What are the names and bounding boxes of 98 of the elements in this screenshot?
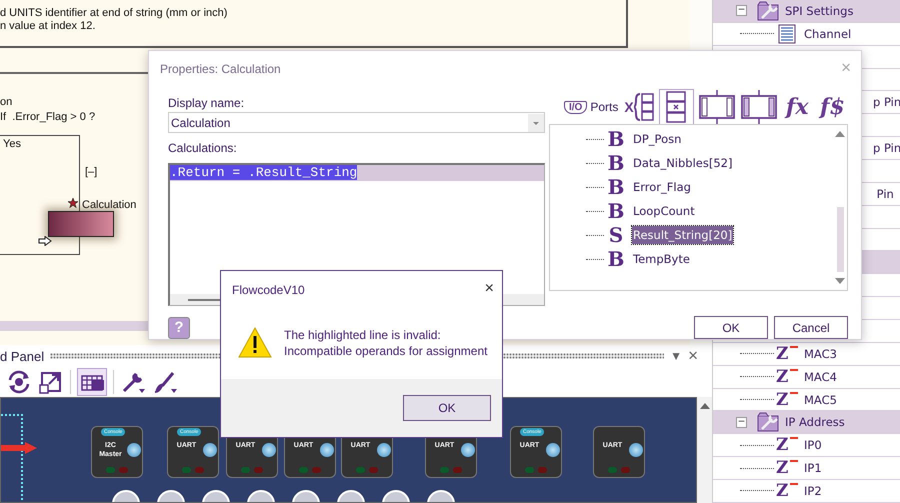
local-variables-tab[interactable]	[658, 89, 694, 124]
tree-item[interactable]: p Pin	[873, 95, 900, 110]
io-icon: I/O	[564, 100, 588, 114]
tree-item[interactable]: SPI Settings	[785, 4, 854, 18]
function-tab[interactable]: f$	[816, 89, 848, 124]
tree-item[interactable]: MAC3	[804, 346, 837, 361]
macro-tab[interactable]	[698, 89, 736, 124]
tree-item[interactable]: p Pin	[873, 141, 900, 156]
tree-item[interactable]: MAC4	[804, 370, 837, 384]
expand-icon[interactable]	[38, 369, 64, 395]
dial-icon	[336, 490, 366, 502]
caret-icon	[528, 114, 544, 132]
function-tab[interactable]: fx	[782, 89, 813, 124]
led-icon	[453, 467, 462, 473]
tree-item[interactable]: IP1	[804, 461, 822, 476]
led-icon	[538, 467, 547, 473]
macro-tab[interactable]	[740, 89, 778, 124]
led-icon	[440, 467, 449, 473]
variable-type-icon: S	[604, 223, 628, 247]
connector-icon	[262, 443, 276, 457]
tree-item[interactable]: Pin	[873, 186, 894, 201]
list-icon	[778, 24, 796, 44]
connector-icon	[377, 443, 391, 457]
dropdown-button[interactable]: ▼	[670, 349, 682, 363]
decision-text: on	[0, 96, 12, 108]
led-icon	[195, 467, 204, 473]
variable-type-icon: B	[604, 199, 628, 223]
field-label: Calculations:	[168, 141, 238, 157]
dial-icon	[426, 490, 456, 502]
brush-icon[interactable]	[152, 369, 178, 395]
ok-button[interactable]: OK	[694, 316, 768, 339]
variable-type-icon: B	[604, 247, 628, 271]
variable-item[interactable]: DP_Posn	[632, 130, 682, 148]
variable-type-icon: B	[604, 151, 628, 175]
panel-title: d Panel	[0, 348, 44, 364]
scroll-bar[interactable]	[697, 397, 712, 503]
decision-text: If .Error_Flag > 0 ?	[0, 111, 96, 123]
tree-item[interactable]: MAC5	[804, 392, 837, 407]
rotate-icon[interactable]	[6, 369, 32, 395]
variable-item[interactable]: Error_Flag	[632, 178, 692, 196]
variable-type-icon: B	[604, 175, 628, 199]
led-icon	[356, 467, 365, 473]
message-text: The highlighted line is invalid: Incompatible operands for assignment	[284, 327, 488, 359]
dial-icon	[201, 490, 231, 502]
led-icon	[312, 467, 321, 473]
branch-label: Yes	[3, 138, 21, 150]
arrow-icon	[38, 236, 52, 246]
dial-icon	[291, 490, 321, 502]
field-label: Display name:	[168, 96, 246, 112]
dialog-title: FlowcodeV10	[232, 283, 305, 299]
variables-tab[interactable]: X	[623, 89, 655, 124]
dial-icon	[246, 490, 276, 502]
led-icon	[254, 467, 263, 473]
connector-icon	[629, 443, 643, 457]
led-icon	[369, 467, 378, 473]
collapse-toggle[interactable]: [–]	[85, 166, 98, 178]
tree-item[interactable]: Channel	[804, 26, 852, 41]
connector-icon	[546, 443, 560, 457]
variable-item[interactable]: TempByte	[632, 250, 691, 268]
tree-item[interactable]: IP Address	[785, 415, 845, 430]
ports-tab[interactable]: I/O Ports	[563, 89, 620, 124]
connector-icon	[203, 443, 217, 457]
led-icon	[182, 467, 191, 473]
tree-item[interactable]: IP2	[804, 484, 822, 498]
dial-icon	[381, 490, 411, 502]
close-button[interactable]: ×	[688, 346, 698, 366]
arrow-icon	[1, 442, 37, 454]
table-icon[interactable]	[77, 368, 107, 396]
variable-type-icon: B	[604, 127, 628, 151]
calculation-block[interactable]	[48, 211, 114, 237]
variable-item[interactable]: Data_Nibbles[52]	[632, 154, 734, 172]
collapse-toggle[interactable]: −	[736, 5, 747, 16]
icon-label: Calculation	[82, 199, 136, 211]
variable-item[interactable]: Result_String[20]	[632, 226, 734, 244]
dial-icon	[156, 490, 186, 502]
dialog-title: Properties: Calculation	[160, 62, 281, 78]
led-icon	[119, 467, 128, 473]
dial-icon	[111, 490, 141, 502]
display-name-dropdown[interactable]: Calculation	[168, 112, 545, 133]
led-icon	[299, 467, 308, 473]
tree-item[interactable]: IP0	[804, 438, 822, 452]
comment-text: d UNITS identifier at end of string (mm or inch)	[0, 7, 228, 20]
led-icon	[241, 467, 250, 473]
folder-icon	[757, 412, 779, 432]
warning-icon	[238, 327, 272, 358]
led-icon	[525, 467, 534, 473]
cancel-button[interactable]: Cancel	[774, 316, 848, 339]
led-icon	[608, 467, 617, 473]
folder-icon	[757, 0, 779, 21]
led-icon	[106, 467, 115, 473]
led-icon	[621, 467, 630, 473]
connector-icon	[127, 443, 141, 457]
connector-icon	[461, 443, 475, 457]
connector-icon	[320, 443, 334, 457]
variable-item[interactable]: LoopCount	[632, 202, 696, 220]
ok-button[interactable]: OK	[403, 395, 491, 421]
comment-text: n value at index 12.	[0, 20, 96, 33]
collapse-toggle[interactable]: −	[736, 416, 747, 428]
